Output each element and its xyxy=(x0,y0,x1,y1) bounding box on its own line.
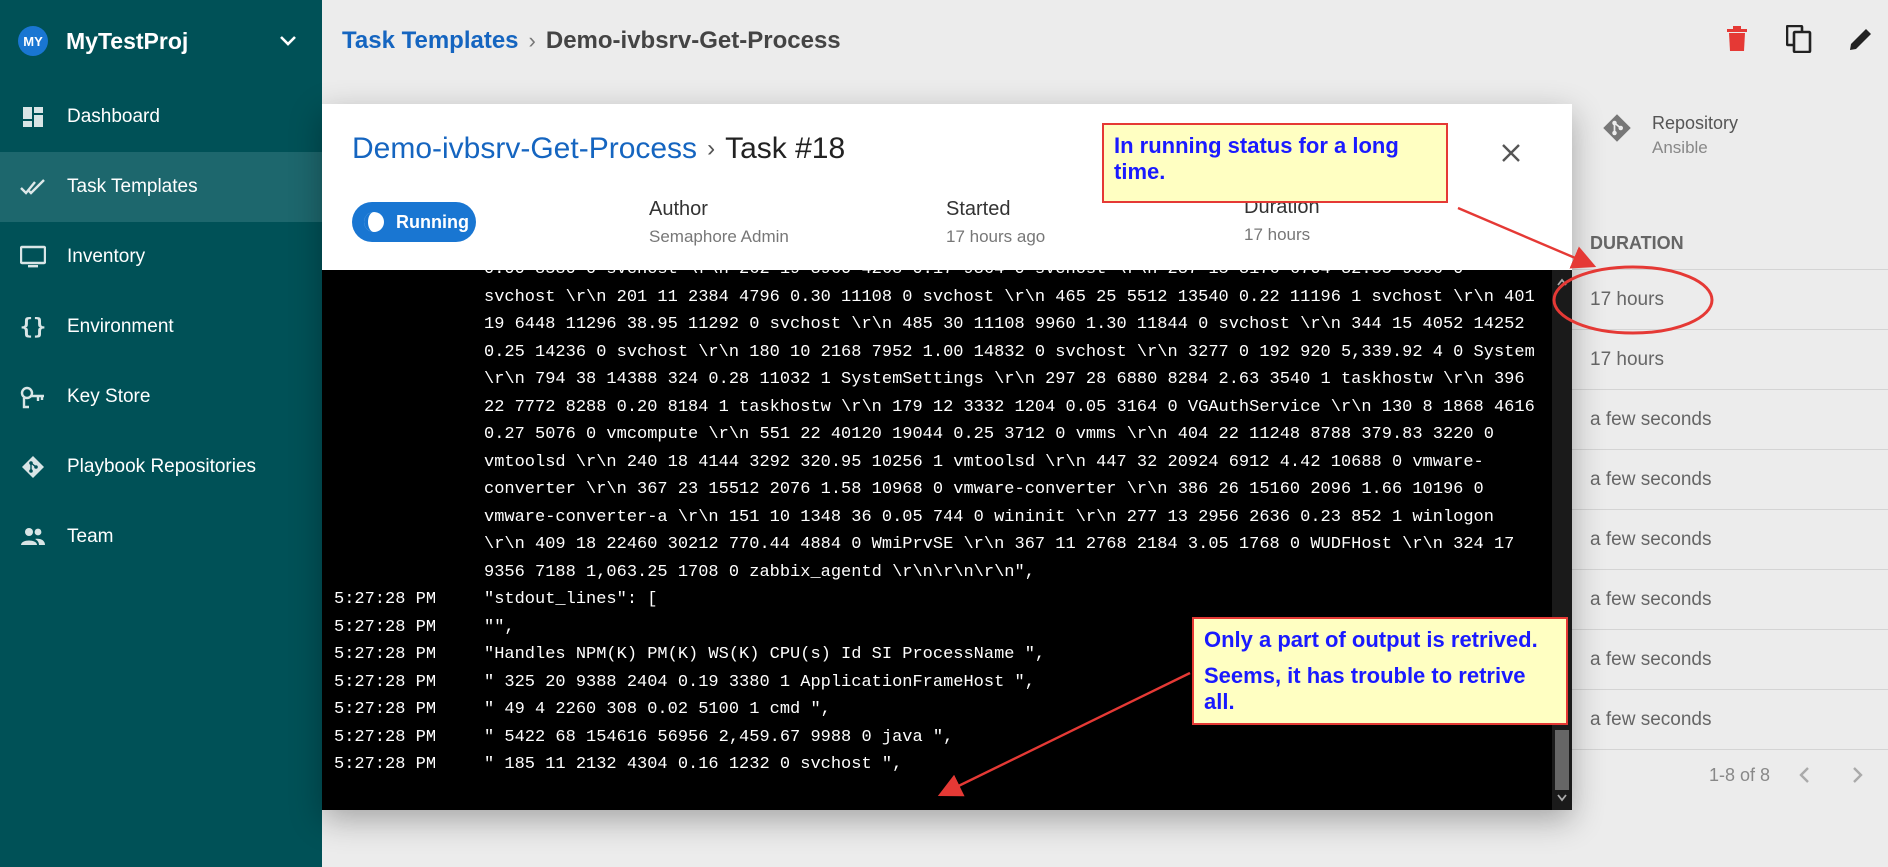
sidebar-item-label: Key Store xyxy=(67,386,151,407)
sidebar-item-inventory[interactable]: Inventory xyxy=(0,222,322,292)
double-check-icon xyxy=(20,174,46,200)
table-row: a few seconds xyxy=(1572,450,1888,510)
sidebar-item-label: Dashboard xyxy=(67,106,160,127)
repository-label: Repository xyxy=(1652,113,1739,133)
annotation-text: Only a part of output is retrived. xyxy=(1204,627,1538,652)
prev-page-button[interactable] xyxy=(1784,766,1824,784)
sidebar-item-label: Task Templates xyxy=(67,176,198,197)
template-actions xyxy=(1718,20,1888,58)
scroll-down-icon[interactable] xyxy=(1556,792,1568,804)
breadcrumb-current: Demo-ivbsrv-Get-Process xyxy=(545,27,841,54)
sidebar-item-team[interactable]: Team xyxy=(0,502,322,572)
people-icon xyxy=(20,524,46,550)
chevron-left-icon xyxy=(1799,767,1809,783)
author-field: Author Semaphore Admin xyxy=(649,198,789,247)
annotation-partial-output: Only a part of output is retrived. Seems… xyxy=(1192,617,1568,725)
table-row: a few seconds xyxy=(1572,570,1888,630)
sidebar-item-dashboard[interactable]: Dashboard xyxy=(0,82,322,152)
table-row: a few seconds xyxy=(1572,390,1888,450)
started-field: Started 17 hours ago xyxy=(946,198,1045,247)
close-icon xyxy=(1502,144,1520,162)
started-label: Started xyxy=(946,198,1011,220)
pagination-text: 1-8 of 8 xyxy=(1708,764,1770,785)
project-avatar: MY xyxy=(18,26,48,56)
table-row: 17 hours xyxy=(1572,330,1888,390)
next-page-button[interactable] xyxy=(1838,766,1878,784)
tasks-table: DURATION 17 hours 17 hours a few seconds… xyxy=(1572,218,1888,800)
console-scrollbar[interactable] xyxy=(1552,270,1572,810)
close-button[interactable] xyxy=(1494,136,1528,170)
repository-value: Ansible xyxy=(1652,138,1708,157)
sidebar-item-task-templates[interactable]: Task Templates xyxy=(0,152,322,222)
duration-field: Duration 17 hours xyxy=(1244,196,1320,245)
annotation-text: Seems, it has trouble to retrive all. xyxy=(1204,663,1526,714)
pagination: 1-8 of 8 xyxy=(1572,750,1888,800)
dialog-title: Demo-ivbsrv-Get-Process › Task #18 xyxy=(352,132,845,166)
scrollbar-thumb[interactable] xyxy=(1555,730,1569,790)
chevron-right-icon: › xyxy=(707,135,716,162)
dashboard-icon xyxy=(20,104,46,130)
line-timestamp: 5:27:28 PM xyxy=(334,727,437,747)
sidebar-item-environment[interactable]: {} Environment xyxy=(0,292,322,362)
project-selector[interactable]: MY MyTestProj xyxy=(0,0,322,82)
repository-info: Repository Ansible xyxy=(1602,113,1738,158)
breadcrumb-separator-icon: › xyxy=(528,28,536,53)
line-text: " 5422 68 154616 56956 2,459.67 9988 0 j… xyxy=(484,727,954,747)
line-text: " 185 11 2132 4304 0.16 1232 0 svchost "… xyxy=(484,755,903,774)
delete-button[interactable] xyxy=(1718,20,1756,58)
table-row: a few seconds xyxy=(1572,690,1888,750)
sidebar-item-label: Playbook Repositories xyxy=(67,456,257,477)
copy-button[interactable] xyxy=(1780,20,1818,58)
copy-icon xyxy=(1786,25,1812,53)
duration-value: 17 hours xyxy=(1244,225,1311,244)
author-value: Semaphore Admin xyxy=(649,227,789,246)
line-timestamp xyxy=(334,270,484,586)
console-line: 5:27:28 PM " 5422 68 154616 56956 2,459.6… xyxy=(322,724,1550,752)
git-icon xyxy=(20,454,46,480)
console-line: 5:27:28 PM " 185 11 2132 4304 0.16 1232 0… xyxy=(322,751,1550,779)
code-braces-icon: {} xyxy=(19,314,47,340)
edit-button[interactable] xyxy=(1842,20,1880,58)
key-icon xyxy=(20,384,46,410)
sidebar-item-label: Inventory xyxy=(67,246,146,267)
line-timestamp: 5:27:28 PM xyxy=(334,755,437,774)
sidebar-item-label: Environment xyxy=(67,316,174,337)
line-text: 0.00 8580 0 svchost \r\n 262 19 3960 426… xyxy=(484,270,1535,582)
dialog-task-title: Task #18 xyxy=(725,132,846,165)
status-text: Running xyxy=(396,211,469,232)
chevron-down-icon[interactable] xyxy=(268,35,308,47)
column-header-duration[interactable]: DURATION xyxy=(1572,218,1888,270)
line-timestamp: 5:27:28 PM xyxy=(334,645,437,664)
sidebar: MY MyTestProj Dashboard Task Templates I… xyxy=(0,0,322,867)
git-icon xyxy=(1602,113,1634,145)
breadcrumb-task-templates-link[interactable]: Task Templates xyxy=(342,27,519,55)
author-label: Author xyxy=(649,198,708,220)
trash-icon xyxy=(1727,26,1747,51)
console-line: 0.00 8580 0 svchost \r\n 262 19 3960 426… xyxy=(322,270,1550,586)
task-output-console[interactable]: 0.00 8580 0 svchost \r\n 262 19 3960 426… xyxy=(322,270,1572,810)
sidebar-item-key-store[interactable]: Key Store xyxy=(0,362,322,432)
started-value: 17 hours ago xyxy=(946,227,1046,246)
sidebar-item-playbook-repositories[interactable]: Playbook Repositories xyxy=(0,432,322,502)
table-row: a few seconds xyxy=(1572,510,1888,570)
table-row: 17 hours xyxy=(1572,270,1888,330)
pencil-icon xyxy=(1850,29,1871,50)
table-row: a few seconds xyxy=(1572,630,1888,690)
line-timestamp: 5:27:28 PM xyxy=(334,700,437,719)
monitor-icon xyxy=(20,244,46,270)
line-text: "stdout_lines": [ xyxy=(484,590,658,609)
status-badge: Running xyxy=(352,202,476,242)
line-timestamp: 5:27:28 PM xyxy=(334,617,437,637)
sidebar-item-label: Team xyxy=(67,526,114,547)
breadcrumb: Task Templates › Demo-ivbsrv-Get-Process xyxy=(322,0,1888,82)
running-spinner-icon xyxy=(364,212,384,232)
dialog-template-link[interactable]: Demo-ivbsrv-Get-Process xyxy=(352,132,697,166)
chevron-right-icon xyxy=(1853,767,1863,783)
line-timestamp: 5:27:28 PM xyxy=(334,672,437,692)
project-name: MyTestProj xyxy=(66,27,189,54)
console-line: 5:27:28 PM "stdout_lines": [ xyxy=(322,586,1550,614)
line-timestamp: 5:27:28 PM xyxy=(334,590,437,609)
annotation-running-status: In running status for a long time. xyxy=(1102,123,1448,203)
scroll-up-icon[interactable] xyxy=(1556,276,1568,288)
